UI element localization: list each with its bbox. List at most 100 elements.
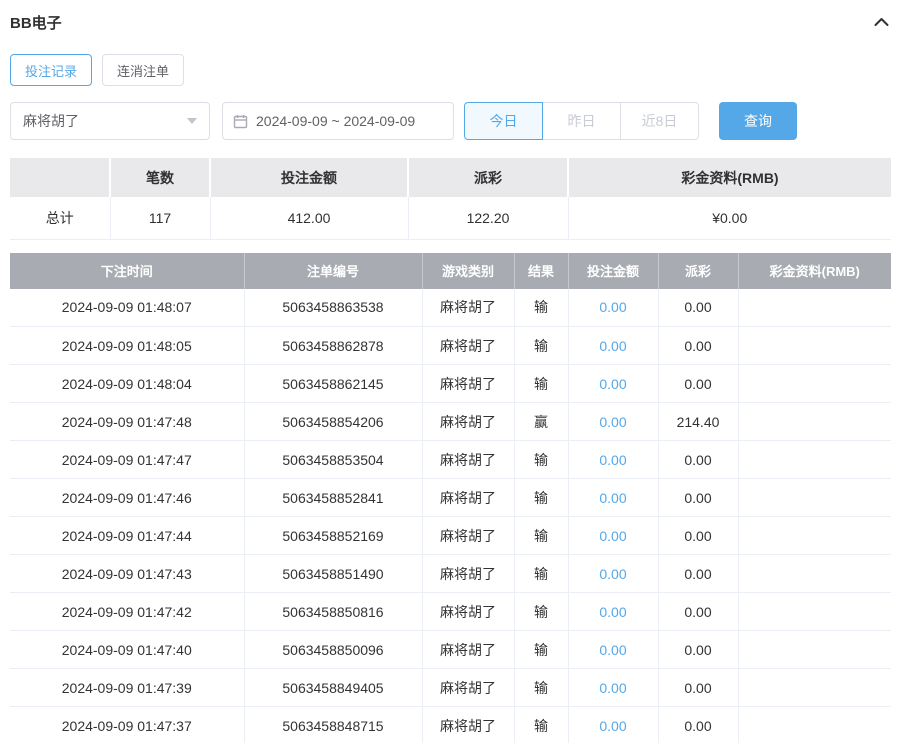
cell-order-number: 5063458854206 <box>244 402 423 441</box>
cell-order-number: 5063458852169 <box>244 516 423 555</box>
cell-order-number: 5063458848715 <box>244 706 423 743</box>
cell-bet-amount: 0.00 <box>568 706 659 743</box>
cell-game-type: 麻将胡了 <box>422 326 515 365</box>
cell-result: 输 <box>514 326 569 365</box>
bet-amount-link[interactable]: 0.00 <box>599 452 626 468</box>
header-order-number: 注单编号 <box>244 252 423 289</box>
summary-total-bet-amount: 412.00 <box>210 197 409 240</box>
bet-amount-link[interactable]: 0.00 <box>599 566 626 582</box>
table-row: 2024-09-09 01:47:47 5063458853504 麻将胡了 输… <box>10 440 891 479</box>
cell-bet-time: 2024-09-09 01:47:37 <box>10 706 245 743</box>
cell-result: 输 <box>514 668 569 707</box>
today-button[interactable]: 今日 <box>464 102 543 140</box>
cell-result: 输 <box>514 592 569 631</box>
table-row: 2024-09-09 01:47:43 5063458851490 麻将胡了 输… <box>10 554 891 593</box>
cell-game-type: 麻将胡了 <box>422 592 515 631</box>
cell-bet-amount: 0.00 <box>568 592 659 631</box>
cell-bet-time: 2024-09-09 01:48:05 <box>10 326 245 365</box>
summary-header-payout: 派彩 <box>408 158 569 197</box>
cell-bonus <box>738 706 891 743</box>
tab-bet-records[interactable]: 投注记录 <box>10 54 93 86</box>
bet-amount-link[interactable]: 0.00 <box>599 376 626 392</box>
table-row: 2024-09-09 01:47:42 5063458850816 麻将胡了 输… <box>10 592 891 631</box>
calendar-icon <box>233 114 248 129</box>
summary-header-row: 笔数 投注金额 派彩 彩金资料(RMB) <box>10 158 891 197</box>
cell-bet-amount: 0.00 <box>568 402 659 441</box>
record-tabs: 投注记录 连消注单 <box>10 54 891 86</box>
date-range-value: 2024-09-09 ~ 2024-09-09 <box>256 113 416 129</box>
cell-game-type: 麻将胡了 <box>422 554 515 593</box>
header-game-type: 游戏类别 <box>422 252 515 289</box>
cell-payout: 0.00 <box>658 706 739 743</box>
chevron-up-icon <box>874 15 889 30</box>
table-row: 2024-09-09 01:47:48 5063458854206 麻将胡了 赢… <box>10 402 891 441</box>
summary-total-label: 总计 <box>10 197 111 240</box>
bet-amount-link[interactable]: 0.00 <box>599 414 626 430</box>
summary-table: 笔数 投注金额 派彩 彩金资料(RMB) 总计 117 412.00 122.2… <box>10 158 891 240</box>
game-type-select-value: 麻将胡了 <box>23 113 79 129</box>
cell-bonus <box>738 364 891 403</box>
cell-bet-amount: 0.00 <box>568 554 659 593</box>
date-range-input[interactable]: 2024-09-09 ~ 2024-09-09 <box>222 102 454 140</box>
header-bonus: 彩金资料(RMB) <box>738 252 891 289</box>
last-8-days-button[interactable]: 近8日 <box>620 102 699 140</box>
bet-amount-link[interactable]: 0.00 <box>599 642 626 658</box>
summary-header-blank <box>10 158 111 197</box>
cell-result: 输 <box>514 516 569 555</box>
summary-total-row: 总计 117 412.00 122.20 ¥0.00 <box>10 197 891 240</box>
cell-order-number: 5063458862878 <box>244 326 423 365</box>
table-row: 2024-09-09 01:48:04 5063458862145 麻将胡了 输… <box>10 364 891 403</box>
table-row: 2024-09-09 01:47:44 5063458852169 麻将胡了 输… <box>10 516 891 555</box>
cell-game-type: 麻将胡了 <box>422 288 515 327</box>
cell-order-number: 5063458862145 <box>244 364 423 403</box>
bet-amount-link[interactable]: 0.00 <box>599 528 626 544</box>
summary-header-count: 笔数 <box>110 158 211 197</box>
search-button[interactable]: 查询 <box>719 102 797 140</box>
records-table-body: 2024-09-09 01:48:07 5063458863538 麻将胡了 输… <box>10 288 891 743</box>
cell-bonus <box>738 668 891 707</box>
bet-amount-link[interactable]: 0.00 <box>599 718 626 734</box>
bet-amount-link[interactable]: 0.00 <box>599 680 626 696</box>
cell-payout: 0.00 <box>658 326 739 365</box>
bet-amount-link[interactable]: 0.00 <box>599 490 626 506</box>
cell-game-type: 麻将胡了 <box>422 478 515 517</box>
bet-amount-link[interactable]: 0.00 <box>599 299 626 315</box>
cell-result: 输 <box>514 440 569 479</box>
collapse-button[interactable] <box>872 13 891 32</box>
cell-bonus <box>738 478 891 517</box>
game-type-select[interactable]: 麻将胡了 <box>10 102 210 140</box>
cell-order-number: 5063458850096 <box>244 630 423 669</box>
yesterday-button[interactable]: 昨日 <box>542 102 621 140</box>
bet-records-panel: BB电子 投注记录 连消注单 麻将胡了 2024-09-09 ~ 2024-09… <box>0 0 901 743</box>
cell-result: 输 <box>514 288 569 327</box>
header-bet-time: 下注时间 <box>10 252 245 289</box>
summary-total-bonus: ¥0.00 <box>568 197 891 240</box>
bet-amount-link[interactable]: 0.00 <box>599 604 626 620</box>
bet-amount-link[interactable]: 0.00 <box>599 338 626 354</box>
summary-header-bet-amount: 投注金额 <box>210 158 409 197</box>
cell-result: 输 <box>514 364 569 403</box>
cell-payout: 0.00 <box>658 440 739 479</box>
table-row: 2024-09-09 01:47:46 5063458852841 麻将胡了 输… <box>10 478 891 517</box>
cell-payout: 0.00 <box>658 478 739 517</box>
cell-payout: 214.40 <box>658 402 739 441</box>
cell-bonus <box>738 326 891 365</box>
cell-bet-time: 2024-09-09 01:47:42 <box>10 592 245 631</box>
cell-bonus <box>738 440 891 479</box>
cell-bet-amount: 0.00 <box>568 478 659 517</box>
cell-game-type: 麻将胡了 <box>422 364 515 403</box>
summary-total-count: 117 <box>110 197 211 240</box>
cell-bet-time: 2024-09-09 01:47:39 <box>10 668 245 707</box>
cell-bet-time: 2024-09-09 01:47:43 <box>10 554 245 593</box>
cell-result: 输 <box>514 706 569 743</box>
cell-game-type: 麻将胡了 <box>422 440 515 479</box>
cell-order-number: 5063458863538 <box>244 288 423 327</box>
header-bet-amount: 投注金额 <box>568 252 659 289</box>
cell-bet-time: 2024-09-09 01:47:46 <box>10 478 245 517</box>
cell-bet-time: 2024-09-09 01:47:48 <box>10 402 245 441</box>
table-row: 2024-09-09 01:48:05 5063458862878 麻将胡了 输… <box>10 326 891 365</box>
cell-payout: 0.00 <box>658 592 739 631</box>
tab-chain-cancel-orders[interactable]: 连消注单 <box>102 54 185 86</box>
cell-game-type: 麻将胡了 <box>422 706 515 743</box>
cell-bet-time: 2024-09-09 01:48:04 <box>10 364 245 403</box>
